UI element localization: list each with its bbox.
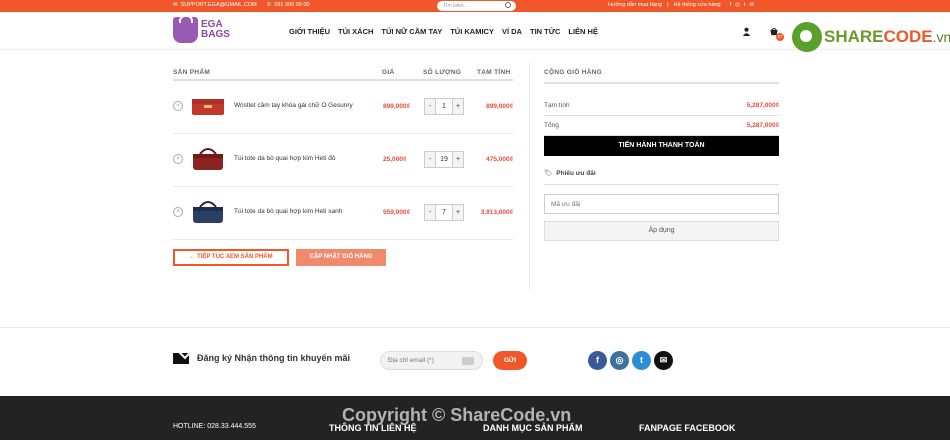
qty-input[interactable]: 19 — [435, 152, 453, 167]
email-icon[interactable]: ✉ — [750, 2, 755, 8]
col-subtotal-header: TẠM TÍNH — [477, 69, 511, 76]
col-qty-header: SỐ LƯỢNG — [423, 69, 462, 76]
update-cart-button[interactable]: CẬP NHẬT GIỎ HÀNG — [296, 249, 386, 266]
qty-increase-button[interactable]: + — [453, 152, 463, 167]
instagram-icon[interactable]: ◎ — [735, 2, 740, 8]
product-price: 25,000₫ — [383, 156, 407, 163]
email-contact[interactable]: ✉ SUPPORT.EGA@GMAIL.COM — [173, 2, 257, 8]
facebook-icon[interactable]: f — [730, 2, 732, 8]
newsletter-email-input[interactable]: Địa chỉ email (*) — [380, 351, 483, 370]
guide-link[interactable]: Hướng dẫn mua hàng — [608, 2, 662, 8]
divider: | — [667, 2, 669, 8]
col-product-header: SẢN PHẨM — [173, 69, 211, 76]
nav-item[interactable]: VÍ DA — [502, 27, 522, 36]
apply-coupon-button[interactable]: Áp dụng — [544, 221, 779, 241]
product-price: 899,000₫ — [383, 103, 410, 110]
subtotal-line: Tạm tính 5,287,000₫ — [544, 96, 779, 116]
footer-hotline[interactable]: HOTLINE: 028.33.444.555 — [173, 423, 256, 430]
phone-contact[interactable]: ✆ 091 900 99 00 — [267, 2, 310, 8]
qty-increase-button[interactable]: + — [453, 205, 463, 220]
quantity-stepper[interactable]: -7 + — [424, 204, 464, 221]
qty-decrease-button[interactable]: - — [425, 99, 435, 114]
social-links: f ◎ t ✉ — [588, 351, 673, 370]
quantity-stepper[interactable]: -1 + — [424, 98, 464, 115]
qty-input[interactable]: 1 — [435, 99, 453, 114]
nav-item[interactable]: LIÊN HỆ — [568, 27, 598, 36]
qty-decrease-button[interactable]: - — [425, 205, 435, 220]
remove-item-button[interactable]: × — [173, 101, 183, 111]
footer-fanpage-heading: FANPAGE FACEBOOK — [639, 423, 736, 433]
cart-totals: CỘNG GIỎ HÀNG Tạm tính 5,287,000₫ Tổng 5,2… — [544, 69, 779, 137]
line-subtotal: 899,000₫ — [486, 103, 513, 110]
quantity-stepper[interactable]: -19 + — [424, 151, 464, 168]
newsletter-label: Đăng ký Nhận thông tin khuyến mãi — [197, 353, 351, 363]
newsletter-submit-button[interactable]: GỬI — [493, 351, 527, 370]
search-icon[interactable] — [505, 2, 511, 8]
main-nav: GIỚI THIỆU TÚI XÁCH TÚI NỮ CẦM TAY TÚI K… — [289, 27, 598, 36]
facebook-icon[interactable]: f — [588, 351, 607, 370]
bag-logo-icon — [173, 15, 198, 43]
tag-icon: 🏷 — [544, 170, 553, 177]
header: EGA BAGS GIỚI THIỆU TÚI XÁCH TÚI NỮ CẦM T… — [0, 12, 950, 52]
copyright-watermark: Copyright © ShareCode.vn — [342, 405, 572, 425]
continue-shopping-button[interactable]: ← TIẾP TỤC XEM SẢN PHẨM — [173, 249, 289, 266]
coupon-heading: 🏷 Phiếu ưu đãi — [544, 169, 596, 178]
totals-title: CỘNG GIỎ HÀNG — [544, 69, 779, 84]
coupon-input[interactable] — [544, 194, 779, 214]
line-subtotal: 3,913,000₫ — [480, 209, 513, 216]
qty-increase-button[interactable]: + — [453, 99, 463, 114]
product-image[interactable] — [190, 144, 226, 172]
checkout-button[interactable]: TIẾN HÀNH THANH TOÁN — [544, 136, 779, 156]
twitter-icon[interactable]: t — [632, 351, 651, 370]
coupon-divider — [544, 184, 779, 185]
qty-decrease-button[interactable]: - — [425, 152, 435, 167]
sharecode-logo-icon — [792, 22, 822, 52]
cart-row: × Túi tote da bò quai hợp kim Heti đỏ 25… — [173, 134, 513, 187]
nav-item[interactable]: TÚI KAMICY — [450, 27, 494, 36]
product-name[interactable]: Túi tote da bò quai hợp kim Heti xanh — [234, 208, 384, 215]
nav-item[interactable]: TÚI XÁCH — [338, 27, 373, 36]
phone-icon: ✆ — [266, 2, 272, 8]
product-name[interactable]: Wristlet cầm tay khóa gài chữ O Gesunry — [234, 102, 384, 109]
instagram-icon[interactable]: ◎ — [610, 351, 629, 370]
nav-item[interactable]: TIN TỨC — [530, 27, 560, 36]
stores-link[interactable]: Hệ thống cửa hàng — [674, 2, 721, 8]
remove-item-button[interactable]: × — [173, 154, 183, 164]
col-price-header: GIÁ — [382, 69, 395, 76]
email-icon[interactable]: ✉ — [654, 351, 673, 370]
logo[interactable]: EGA BAGS — [173, 15, 237, 45]
sharecode-watermark-logo: SHARECODE.vn — [788, 20, 950, 54]
cart-row: × Wristlet cầm tay khóa gài chữ O Gesunr… — [173, 81, 513, 134]
cart-row: × Túi tote da bò quai hợp kim Heti xanh … — [173, 187, 513, 240]
product-price: 559,000₫ — [383, 209, 410, 216]
nav-item[interactable]: TÚI NỮ CẦM TAY — [381, 27, 442, 36]
qty-input[interactable]: 7 — [435, 205, 453, 220]
nav-item[interactable]: GIỚI THIỆU — [289, 27, 330, 36]
top-bar: ✉ SUPPORT.EGA@GMAIL.COM ✆ 091 900 99 00 Tì… — [0, 0, 950, 12]
envelope-icon — [173, 353, 189, 364]
remove-item-button[interactable]: × — [173, 207, 183, 217]
mail-icon: ✉ — [173, 2, 178, 8]
search-input[interactable]: Tìm kiếm... — [437, 1, 516, 11]
product-name[interactable]: Túi tote da bò quai hợp kim Heti đỏ — [234, 155, 384, 162]
total-line: Tổng 5,287,000₫ — [544, 116, 779, 137]
keyboard-icon — [462, 357, 474, 365]
column-divider — [529, 62, 530, 290]
product-image[interactable] — [190, 197, 226, 225]
twitter-icon[interactable]: t — [744, 2, 746, 8]
line-subtotal: 475,000₫ — [486, 156, 513, 163]
user-icon[interactable] — [742, 27, 751, 36]
cart-count-badge: 27 — [776, 33, 784, 41]
product-image[interactable] — [190, 91, 226, 119]
